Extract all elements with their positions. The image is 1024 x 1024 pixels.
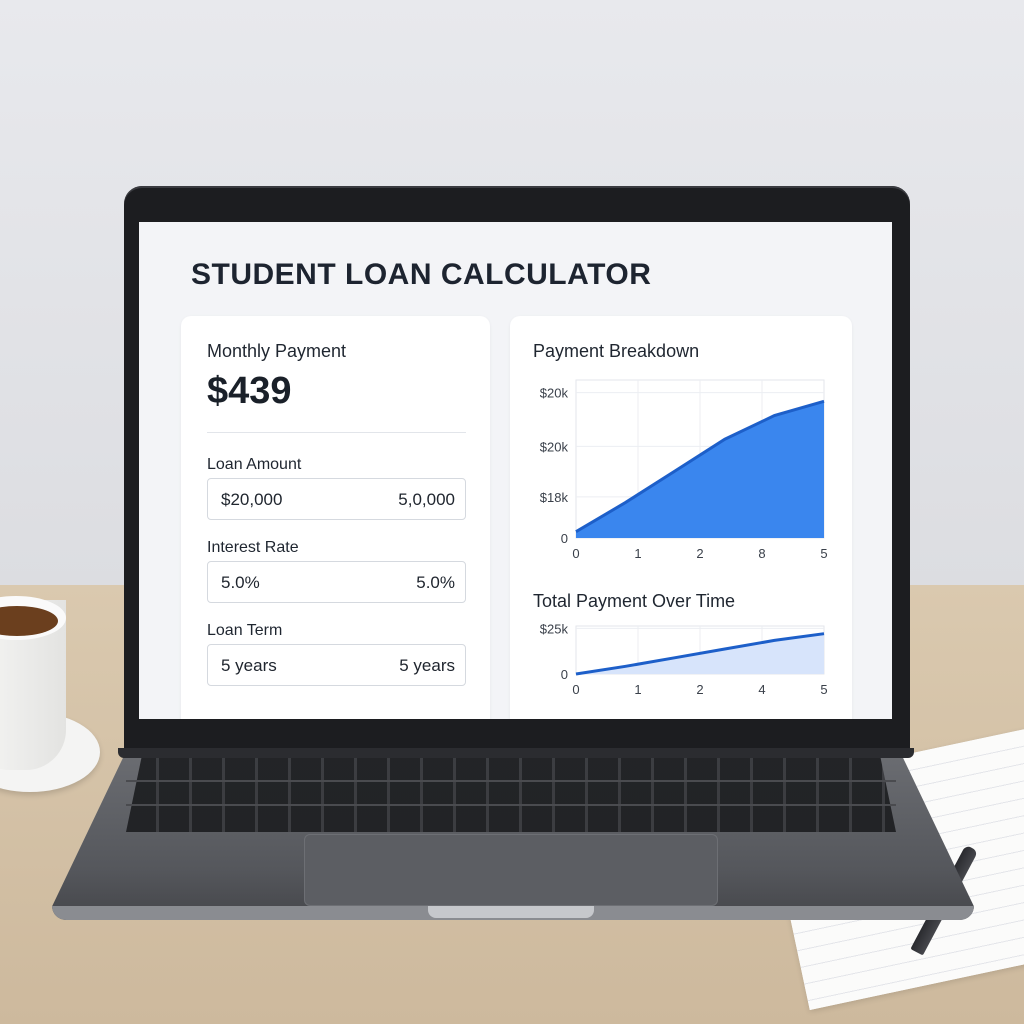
- x-tick-label: 5: [820, 682, 827, 697]
- laptop-notch: [428, 906, 594, 918]
- loan-term-secondary: 5 years: [399, 656, 455, 675]
- page-title: STUDENT LOAN CALCULATOR: [191, 258, 652, 291]
- payment-breakdown-chart: 0 1 2 8 5 $20k $20k $18k 0: [540, 379, 828, 561]
- laptop-screen: STUDENT LOAN CALCULATOR Monthly Payment …: [139, 222, 892, 719]
- loan-amount-secondary: 5,0,000: [398, 490, 455, 509]
- keyboard-row-gap: [126, 780, 896, 782]
- interest-rate-secondary: 5.0%: [416, 573, 455, 592]
- loan-term-field[interactable]: 5 years 5 years: [207, 644, 466, 686]
- x-tick-label: 5: [820, 546, 827, 561]
- interest-rate-value: 5.0%: [221, 573, 260, 592]
- chart-title-total: Total Payment Over Time: [533, 591, 736, 611]
- x-tick-label: 0: [572, 682, 579, 697]
- charts-card: Payment Breakdown 0 1 2 8 5 $20k $20k $18k 0 Tot…: [510, 316, 852, 719]
- total-payment-chart: 0 1 2 4 5 $25k 0: [540, 621, 828, 697]
- x-tick-label: 2: [696, 546, 703, 561]
- y-tick-label: 0: [561, 667, 568, 682]
- laptop-hinge: [118, 748, 914, 758]
- loan-term-label: Loan Term: [207, 622, 283, 639]
- keyboard: [126, 758, 896, 832]
- keyboard-row-gap: [126, 804, 896, 806]
- chart-title-breakdown: Payment Breakdown: [533, 341, 700, 361]
- monthly-payment-value: $439: [207, 370, 292, 412]
- y-tick-label: $20k: [540, 386, 569, 401]
- trackpad[interactable]: [304, 834, 718, 906]
- x-tick-label: 8: [758, 546, 765, 561]
- monthly-payment-label: Monthly Payment: [207, 341, 347, 361]
- interest-rate-label: Interest Rate: [207, 539, 299, 556]
- loan-amount-field[interactable]: $20,000 5,0,000: [207, 478, 466, 520]
- x-tick-label: 0: [572, 546, 579, 561]
- calculator-card: Monthly Payment $439 Loan Amount $20,000…: [181, 316, 490, 719]
- loan-amount-label: Loan Amount: [207, 456, 302, 473]
- interest-rate-field[interactable]: 5.0% 5.0%: [207, 561, 466, 603]
- loan-amount-value: $20,000: [221, 490, 283, 509]
- x-tick-label: 2: [696, 682, 703, 697]
- loan-term-value: 5 years: [221, 656, 277, 675]
- y-tick-label: 0: [561, 531, 568, 546]
- y-tick-label: $18k: [540, 490, 569, 505]
- x-tick-label: 1: [634, 682, 641, 697]
- x-tick-label: 1: [634, 546, 641, 561]
- x-tick-label: 4: [758, 682, 765, 697]
- y-tick-label: $25k: [540, 621, 569, 636]
- y-tick-label: $20k: [540, 439, 569, 454]
- divider: [207, 432, 466, 433]
